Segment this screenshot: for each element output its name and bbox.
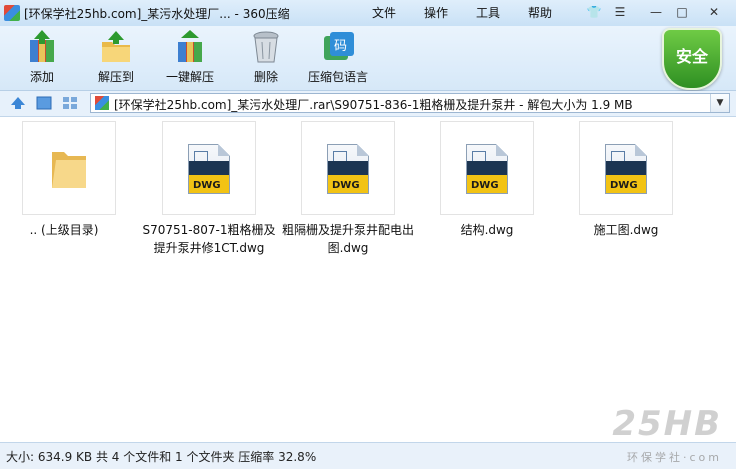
app-logo-icon [4, 5, 20, 21]
file-name: 施工图.dwg [593, 223, 659, 237]
maximize-icon[interactable]: □ [672, 3, 692, 21]
status-bar: 大小: 634.9 KB 共 4 个文件和 1 个文件夹 压缩率 32.8% 环… [0, 442, 736, 469]
menu-operate[interactable]: 操作 [424, 4, 448, 21]
skin-shirt-icon[interactable]: 👕 [584, 3, 604, 21]
extract-to-icon [98, 30, 134, 64]
folder-thumbnail [22, 121, 116, 215]
delete-button[interactable]: 删除 [234, 28, 298, 88]
minimize-icon[interactable]: — [646, 3, 666, 21]
dwg-thumbnail: DWG [579, 121, 673, 215]
archive-language-button[interactable]: 码 压缩包语言 [306, 28, 370, 88]
one-click-extract-button[interactable]: 一键解压 [158, 28, 222, 88]
watermark-logo: 25HB [612, 404, 722, 444]
one-click-extract-label: 一键解压 [165, 70, 214, 84]
address-bar: [环保学社25hb.com]_某污水处理厂.rar\S90751-836-1粗格… [0, 91, 736, 117]
dwg-file-icon: DWG [466, 144, 508, 194]
archive-language-label: 压缩包语言 [307, 70, 368, 84]
delete-label: 删除 [253, 70, 278, 84]
list-item-file[interactable]: DWG S70751-807-1粗格栅及提升泵井修1CT.dwg [139, 121, 279, 257]
extract-to-button[interactable]: 解压到 [84, 28, 148, 88]
one-click-extract-icon [172, 30, 208, 64]
extract-to-label: 解压到 [97, 70, 134, 84]
archive-icon [95, 96, 109, 110]
toolbar: 添加 解压到 一键解压 删除 码 压缩包语言 [0, 26, 736, 91]
file-name: .. (上级目录) [29, 223, 99, 237]
security-shield-badge[interactable]: 安全 [662, 28, 722, 90]
add-archive-icon [24, 30, 60, 64]
dwg-file-icon: DWG [327, 144, 369, 194]
up-arrow-icon[interactable] [10, 96, 26, 110]
svg-text:码: 码 [334, 39, 347, 54]
list-item-file[interactable]: DWG 粗隔栅及提升泵井配电出图.dwg [278, 121, 418, 257]
menu-tools[interactable]: 工具 [476, 4, 500, 21]
dwg-file-icon: DWG [605, 144, 647, 194]
folder-icon [52, 152, 86, 188]
delete-trash-icon [248, 30, 284, 64]
path-dropdown-icon[interactable]: ▼ [710, 94, 729, 112]
details-view-icon[interactable] [62, 96, 78, 110]
add-button[interactable]: 添加 [10, 28, 74, 88]
dwg-thumbnail: DWG [162, 121, 256, 215]
dwg-thumbnail: DWG [440, 121, 534, 215]
file-name: 粗隔栅及提升泵井配电出图.dwg [281, 223, 414, 255]
add-label: 添加 [29, 70, 54, 84]
title-bar: [环保学社25hb.com]_某污水处理厂... - 360压缩 文件 操作 工… [0, 0, 736, 26]
archive-language-icon: 码 [320, 30, 356, 64]
list-item-parent-folder[interactable]: .. (上级目录) [0, 121, 140, 239]
menu-file[interactable]: 文件 [372, 4, 396, 21]
close-icon[interactable]: ✕ [704, 3, 724, 21]
window-title: [环保学社25hb.com]_某污水处理厂... - 360压缩 [24, 7, 290, 21]
list-item-file[interactable]: DWG 施工图.dwg [556, 121, 696, 239]
file-name: S70751-807-1粗格栅及提升泵井修1CT.dwg [142, 223, 276, 255]
path-field[interactable]: [环保学社25hb.com]_某污水处理厂.rar\S90751-836-1粗格… [90, 93, 730, 113]
dwg-file-icon: DWG [188, 144, 230, 194]
list-item-file[interactable]: DWG 结构.dwg [417, 121, 557, 239]
file-name: 结构.dwg [460, 223, 514, 237]
menu-help[interactable]: 帮助 [528, 4, 552, 21]
status-text: 大小: 634.9 KB 共 4 个文件和 1 个文件夹 压缩率 32.8% [6, 450, 317, 464]
watermark-subtitle: 环保学社·com [627, 451, 722, 464]
dwg-thumbnail: DWG [301, 121, 395, 215]
file-list: .. (上级目录) DWG S70751-807-1粗格栅及提升泵井修1CT.d… [0, 117, 736, 441]
large-icons-view-icon[interactable] [36, 96, 52, 110]
main-menu-icon[interactable]: ☰ [610, 3, 630, 21]
path-text: [环保学社25hb.com]_某污水处理厂.rar\S90751-836-1粗格… [114, 98, 633, 112]
